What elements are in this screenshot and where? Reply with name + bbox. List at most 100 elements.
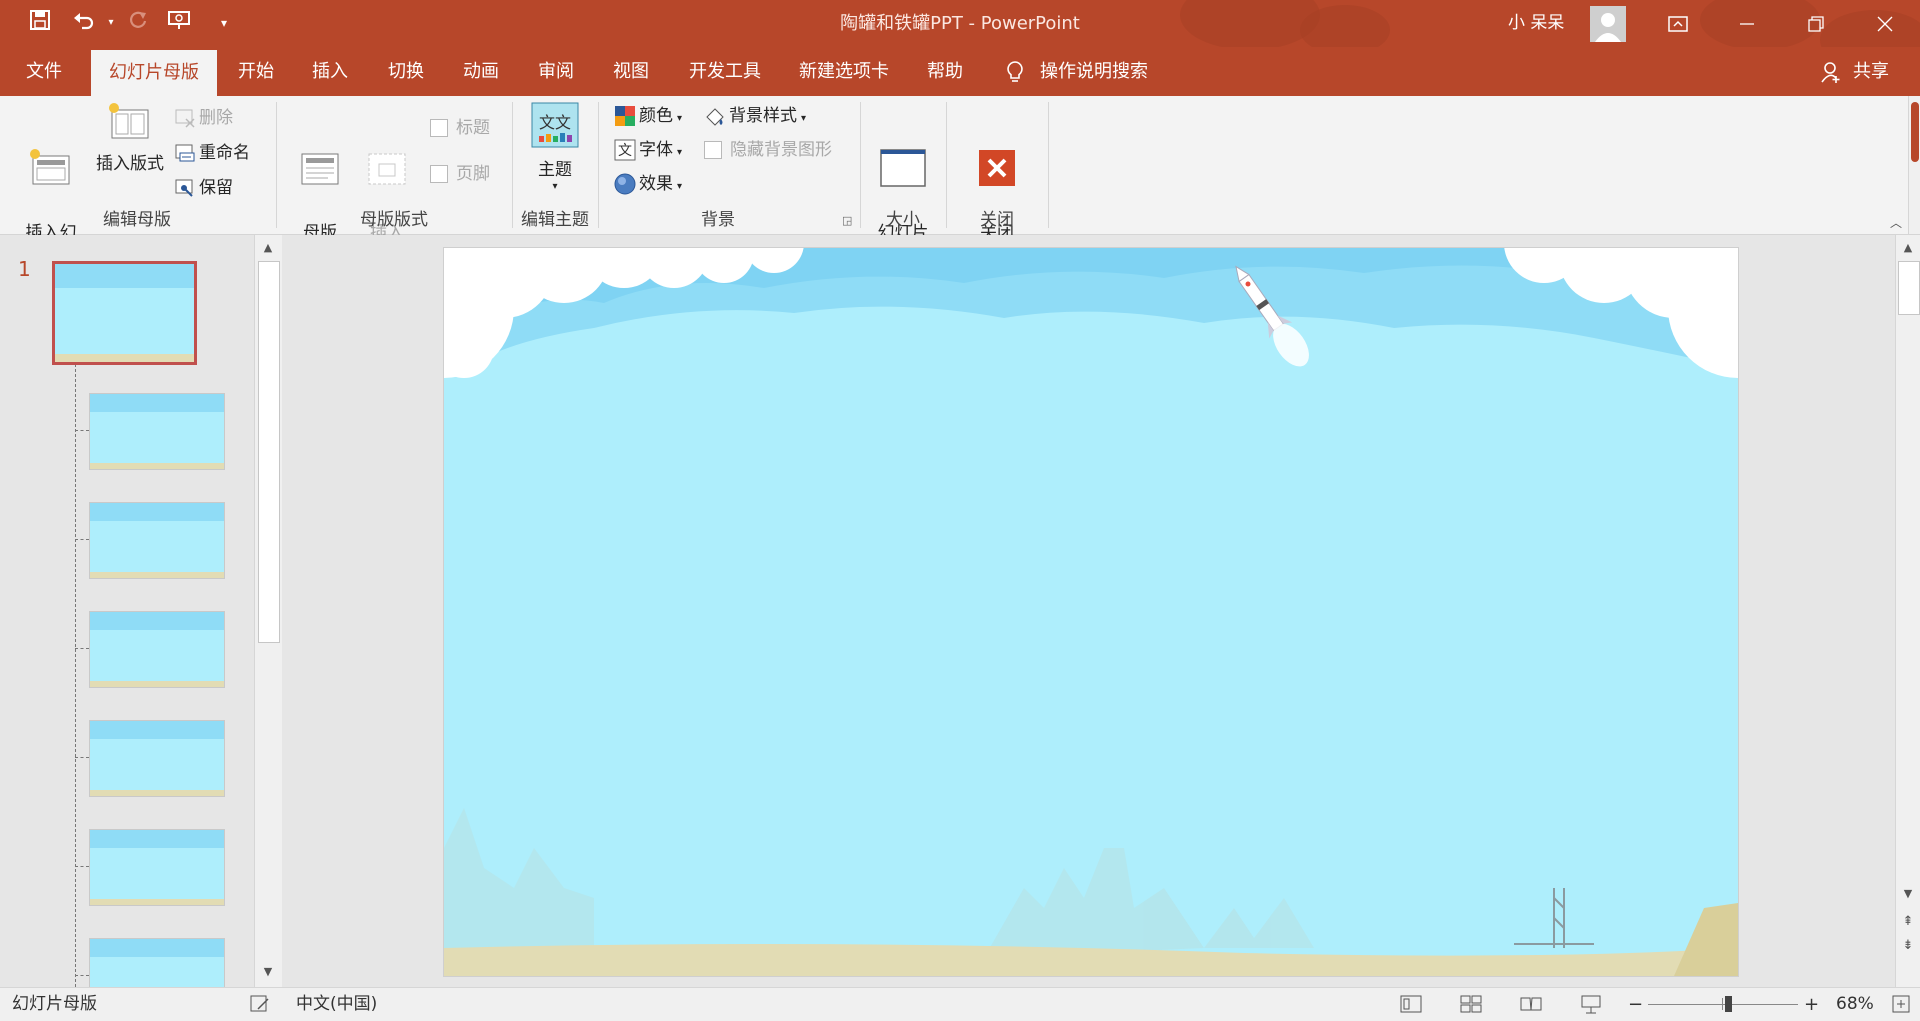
layout-thumbnail[interactable] — [89, 611, 225, 688]
scroll-up-icon[interactable]: ▲ — [1897, 237, 1919, 259]
customize-dropdown-icon[interactable]: ▾ — [210, 9, 238, 37]
layout-thumbnail[interactable] — [89, 938, 225, 989]
group-separator — [946, 102, 947, 228]
group-label-close: 关闭 — [980, 210, 1014, 230]
layout-connector-line — [75, 359, 77, 987]
title-checkbox[interactable]: 标题 — [430, 114, 490, 142]
collapse-ribbon-icon[interactable]: ︿ — [1890, 214, 1902, 231]
present-from-start-icon[interactable] — [166, 9, 194, 37]
minimize-icon[interactable] — [1717, 0, 1777, 47]
fonts-button[interactable]: 文字体 ▾ — [614, 136, 682, 164]
tab-home[interactable]: 开始 — [226, 47, 286, 96]
slide-scrollbar-thumb[interactable] — [1898, 261, 1920, 315]
share-user-icon[interactable] — [1820, 61, 1842, 87]
preserve-pin-icon — [174, 177, 196, 199]
zoom-level[interactable]: 68% — [1836, 988, 1874, 1021]
themes-button[interactable]: 文文 主题 ▾ — [522, 102, 588, 192]
tab-review[interactable]: 审阅 — [526, 47, 586, 96]
reading-view-icon[interactable] — [1520, 988, 1542, 1021]
undo-icon[interactable] — [70, 9, 98, 37]
group-label-size: 大小 — [886, 210, 920, 230]
group-label-edit-theme: 编辑主题 — [521, 210, 589, 230]
fit-slide-to-window-icon[interactable] — [1892, 988, 1910, 1021]
footer-checkbox-label: 页脚 — [456, 164, 490, 184]
tell-me-search[interactable]: 操作说明搜索 — [1040, 47, 1170, 96]
tab-slide-master[interactable]: 幻灯片母版 — [91, 50, 217, 96]
delete-button[interactable]: 删除 — [174, 104, 233, 132]
thumbnails-scrollbar[interactable]: ▲ ▼ — [254, 235, 282, 987]
background-styles-button[interactable]: 背景样式 ▾ — [704, 102, 806, 130]
share-button[interactable]: 共享 — [1846, 47, 1896, 96]
hide-background-graphics-checkbox[interactable]: 隐藏背景图形 — [704, 136, 832, 164]
previous-slide-icon[interactable]: ⇞ — [1897, 911, 1919, 933]
rename-button[interactable]: 重命名 — [174, 139, 250, 167]
layout-thumbnail[interactable] — [89, 720, 225, 797]
colors-button[interactable]: 颜色 ▾ — [614, 102, 682, 130]
hide-background-graphics-label: 隐藏背景图形 — [730, 140, 832, 160]
notes-pane-icon[interactable] — [250, 988, 270, 1021]
insert-layout-label: 插入版式 — [96, 154, 164, 174]
background-styles-icon — [704, 105, 726, 127]
tab-help[interactable]: 帮助 — [915, 47, 975, 96]
tab-transitions[interactable]: 切换 — [376, 47, 436, 96]
status-language[interactable]: 中文(中国) — [296, 988, 377, 1021]
normal-view-icon[interactable] — [1400, 988, 1422, 1021]
zoom-slider-track[interactable] — [1648, 1004, 1798, 1005]
insert-placeholder-icon — [352, 125, 422, 195]
preserve-button[interactable]: 保留 — [174, 174, 233, 202]
zoom-slider-thumb[interactable] — [1724, 996, 1732, 1012]
ribbon-tab-row: 文件 幻灯片母版 开始 插入 切换 动画 审阅 视图 开发工具 新建选项卡 帮助… — [0, 47, 1920, 96]
slide-background-illustration — [444, 248, 1738, 976]
scroll-up-icon[interactable]: ▲ — [257, 237, 279, 259]
tab-insert[interactable]: 插入 — [300, 47, 360, 96]
insert-layout-button[interactable]: 插入版式 — [90, 102, 170, 176]
zoom-out-icon[interactable]: − — [1628, 988, 1643, 1021]
slide-show-icon[interactable] — [1580, 988, 1602, 1021]
preserve-label: 保留 — [199, 178, 233, 198]
tab-developer[interactable]: 开发工具 — [677, 47, 773, 96]
ribbon-display-options-icon[interactable] — [1648, 0, 1708, 47]
title-checkbox-box[interactable] — [430, 119, 448, 137]
tab-file[interactable]: 文件 — [12, 47, 76, 96]
effects-button[interactable]: 效果 ▾ — [614, 170, 682, 198]
footer-checkbox[interactable]: 页脚 — [430, 160, 490, 188]
slide-vertical-scrollbar[interactable]: ▲ ▼ ⇞ ⇟ — [1895, 235, 1920, 987]
footer-checkbox-box[interactable] — [430, 165, 448, 183]
fonts-dropdown-icon: ▾ — [677, 147, 683, 158]
svg-text:文: 文 — [618, 143, 632, 159]
undo-dropdown-icon[interactable]: ▾ — [97, 9, 125, 37]
thumbnails-scrollbar-thumb[interactable] — [258, 261, 280, 643]
save-icon[interactable] — [26, 9, 54, 37]
group-label-edit-master: 编辑母版 — [103, 210, 171, 230]
slide-sorter-icon[interactable] — [1460, 988, 1482, 1021]
tab-view[interactable]: 视图 — [601, 47, 661, 96]
group-separator — [598, 102, 599, 228]
connector-tick — [75, 430, 89, 431]
layout-thumbnail[interactable] — [89, 393, 225, 470]
zoom-in-icon[interactable]: + — [1804, 988, 1819, 1021]
group-separator — [512, 102, 513, 228]
themes-label: 主题 — [538, 160, 572, 180]
redo-icon[interactable] — [124, 9, 152, 37]
ribbon-scrollbar[interactable] — [1908, 96, 1920, 234]
scroll-down-icon[interactable]: ▼ — [257, 961, 279, 983]
group-separator — [276, 102, 277, 228]
tab-new-tab[interactable]: 新建选项卡 — [788, 47, 900, 96]
restore-icon[interactable] — [1786, 0, 1846, 47]
user-avatar[interactable] — [1590, 6, 1626, 42]
ribbon-scrollbar-thumb[interactable] — [1911, 102, 1919, 162]
master-slide-number: 1 — [18, 257, 31, 281]
user-name[interactable]: 小 呆呆 — [1508, 0, 1564, 47]
format-background-dialog-launcher-icon[interactable]: ◲ — [842, 214, 852, 227]
slide-canvas[interactable] — [443, 247, 1739, 977]
master-slide-thumbnail[interactable] — [52, 261, 197, 365]
hide-background-graphics-box[interactable] — [704, 141, 722, 159]
status-view-name: 幻灯片母版 — [12, 994, 97, 1014]
tab-animations[interactable]: 动画 — [451, 47, 511, 96]
next-slide-icon[interactable]: ⇟ — [1897, 935, 1919, 957]
layout-thumbnail[interactable] — [89, 829, 225, 906]
close-window-icon[interactable] — [1855, 0, 1915, 47]
layout-thumbnail[interactable] — [89, 502, 225, 579]
scroll-down-icon[interactable]: ▼ — [1897, 883, 1919, 905]
connector-tick — [75, 648, 89, 649]
